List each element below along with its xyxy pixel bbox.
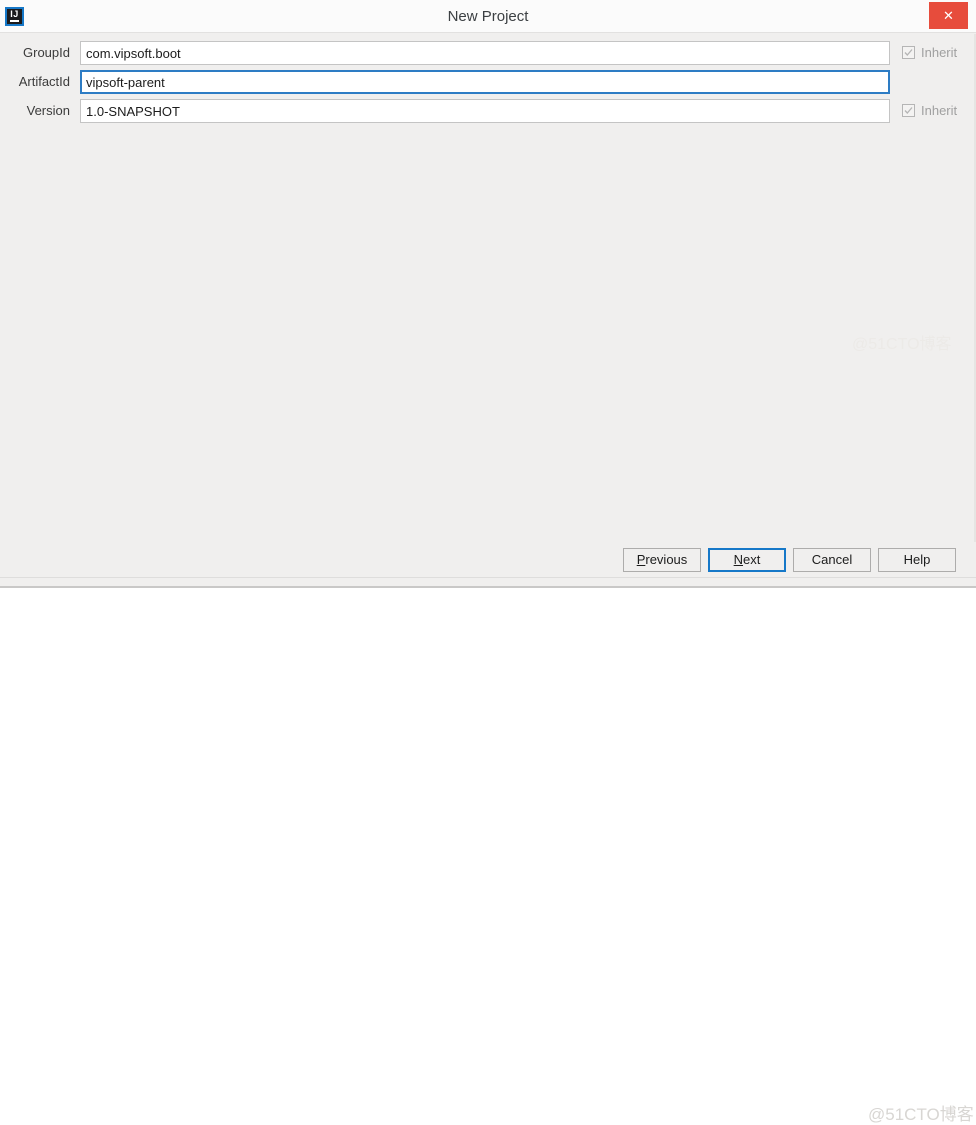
form-row-version: Version Inherit xyxy=(0,99,976,123)
version-input[interactable] xyxy=(80,99,890,123)
cancel-button[interactable]: Cancel xyxy=(793,548,871,572)
title-bar: IJ New Project ✕ xyxy=(0,0,976,33)
dialog-content: GroupId Inherit ArtifactId Version xyxy=(0,34,976,542)
label-artifactid: ArtifactId xyxy=(18,74,70,89)
previous-button[interactable]: Previous xyxy=(623,548,701,572)
next-button[interactable]: Next xyxy=(708,548,786,572)
watermark-bottom: @51CTO博客 xyxy=(868,1105,974,1124)
previous-button-rest: revious xyxy=(645,552,688,567)
next-button-mnemonic: N xyxy=(733,552,744,567)
checkbox-checked-icon xyxy=(902,46,915,59)
version-inherit-checkbox[interactable]: Inherit xyxy=(902,101,972,121)
groupid-input[interactable] xyxy=(80,41,890,65)
checkbox-checked-icon xyxy=(902,104,915,117)
label-version: Version xyxy=(26,103,70,118)
new-project-dialog: IJ New Project ✕ GroupId Inherit Artifac… xyxy=(0,0,976,1124)
next-button-rest: ext xyxy=(743,552,761,567)
version-inherit-label: Inherit xyxy=(921,103,958,118)
groupid-inherit-label: Inherit xyxy=(921,45,958,60)
label-groupid: GroupId xyxy=(23,45,70,60)
help-button[interactable]: Help xyxy=(878,548,956,572)
watermark-middle: @51CTO博客 xyxy=(852,336,952,353)
groupid-inherit-checkbox[interactable]: Inherit xyxy=(902,43,972,63)
close-button[interactable]: ✕ xyxy=(929,2,968,29)
artifactid-input[interactable] xyxy=(80,70,890,94)
form-row-artifactid: ArtifactId xyxy=(0,70,976,94)
form-row-groupid: GroupId Inherit xyxy=(0,41,976,65)
button-bar-separator xyxy=(0,577,976,578)
dialog-button-bar: Previous Next Cancel Help @51CTO博客 xyxy=(0,542,976,1124)
page-title: New Project xyxy=(447,8,529,25)
